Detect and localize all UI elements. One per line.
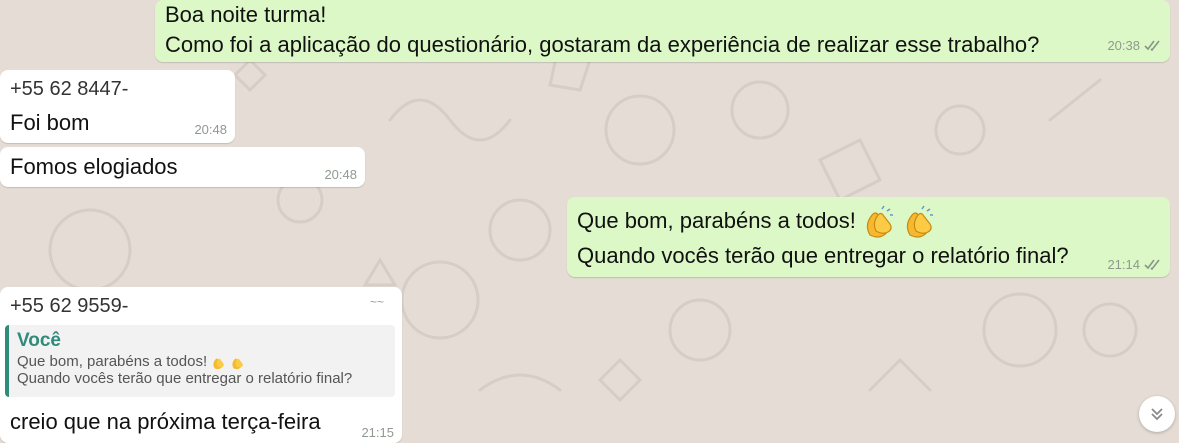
outgoing-message[interactable]: Boa noite turma! Como foi a aplicação do… bbox=[155, 0, 1170, 62]
quote-author: Você bbox=[17, 330, 62, 351]
double-check-icon bbox=[1144, 259, 1160, 270]
message-text: Foi bom bbox=[10, 110, 90, 135]
message-text-line: Que bom, parabéns a todos! bbox=[577, 205, 936, 239]
message-meta: 20:38 bbox=[1107, 38, 1162, 53]
sender-name: +55 62 9559- bbox=[10, 295, 129, 317]
message-text: Fomos elogiados bbox=[10, 154, 178, 179]
message-time: 20:38 bbox=[1107, 38, 1140, 53]
scroll-to-bottom-button[interactable] bbox=[1139, 396, 1175, 432]
message-time: 20:48 bbox=[194, 122, 227, 137]
message-meta: 21:15 bbox=[361, 425, 394, 440]
quoted-message[interactable]: Você Que bom, parabéns a todos! Quando v… bbox=[5, 325, 395, 397]
incoming-message[interactable]: Fomos elogiados 20:48 bbox=[0, 147, 365, 187]
message-text: Que bom, parabéns a todos! bbox=[577, 207, 856, 233]
quote-text-line: Que bom, parabéns a todos! bbox=[17, 353, 387, 370]
quote-text: Que bom, parabéns a todos! bbox=[17, 353, 208, 370]
clapping-hands-icon bbox=[232, 358, 244, 369]
clapping-hands-icon bbox=[866, 205, 893, 238]
message-time: 20:48 bbox=[324, 167, 357, 182]
message-meta: 20:48 bbox=[194, 122, 227, 137]
double-check-icon bbox=[1144, 40, 1160, 51]
message-text-line: Boa noite turma! bbox=[165, 2, 327, 27]
message-text-line: Quando vocês terão que entregar o relató… bbox=[577, 243, 1069, 268]
message-time: 21:14 bbox=[1107, 257, 1140, 272]
incoming-reply-message[interactable]: +55 62 9559- ~~ Você Que bom, parabéns a… bbox=[0, 287, 402, 443]
sender-name: +55 62 8447- bbox=[10, 78, 129, 100]
quote-text-line: Quando vocês terão que entregar o relató… bbox=[17, 370, 353, 387]
message-text: creio que na próxima terça-feira bbox=[10, 409, 321, 434]
incoming-message[interactable]: +55 62 8447- Foi bom 20:48 bbox=[0, 70, 235, 143]
message-meta: 20:48 bbox=[324, 167, 357, 182]
clapping-hands-icon bbox=[213, 358, 225, 369]
message-meta: 21:14 bbox=[1107, 257, 1162, 272]
outgoing-message[interactable]: Que bom, parabéns a todos! Quando vocês … bbox=[567, 197, 1170, 277]
message-text-line: Como foi a aplicação do questionário, go… bbox=[165, 32, 1040, 57]
message-time: 21:15 bbox=[361, 425, 394, 440]
sender-suffix: ~~ bbox=[369, 295, 384, 309]
clapping-hands-icon bbox=[906, 205, 934, 238]
double-chevron-down-icon bbox=[1151, 408, 1163, 421]
